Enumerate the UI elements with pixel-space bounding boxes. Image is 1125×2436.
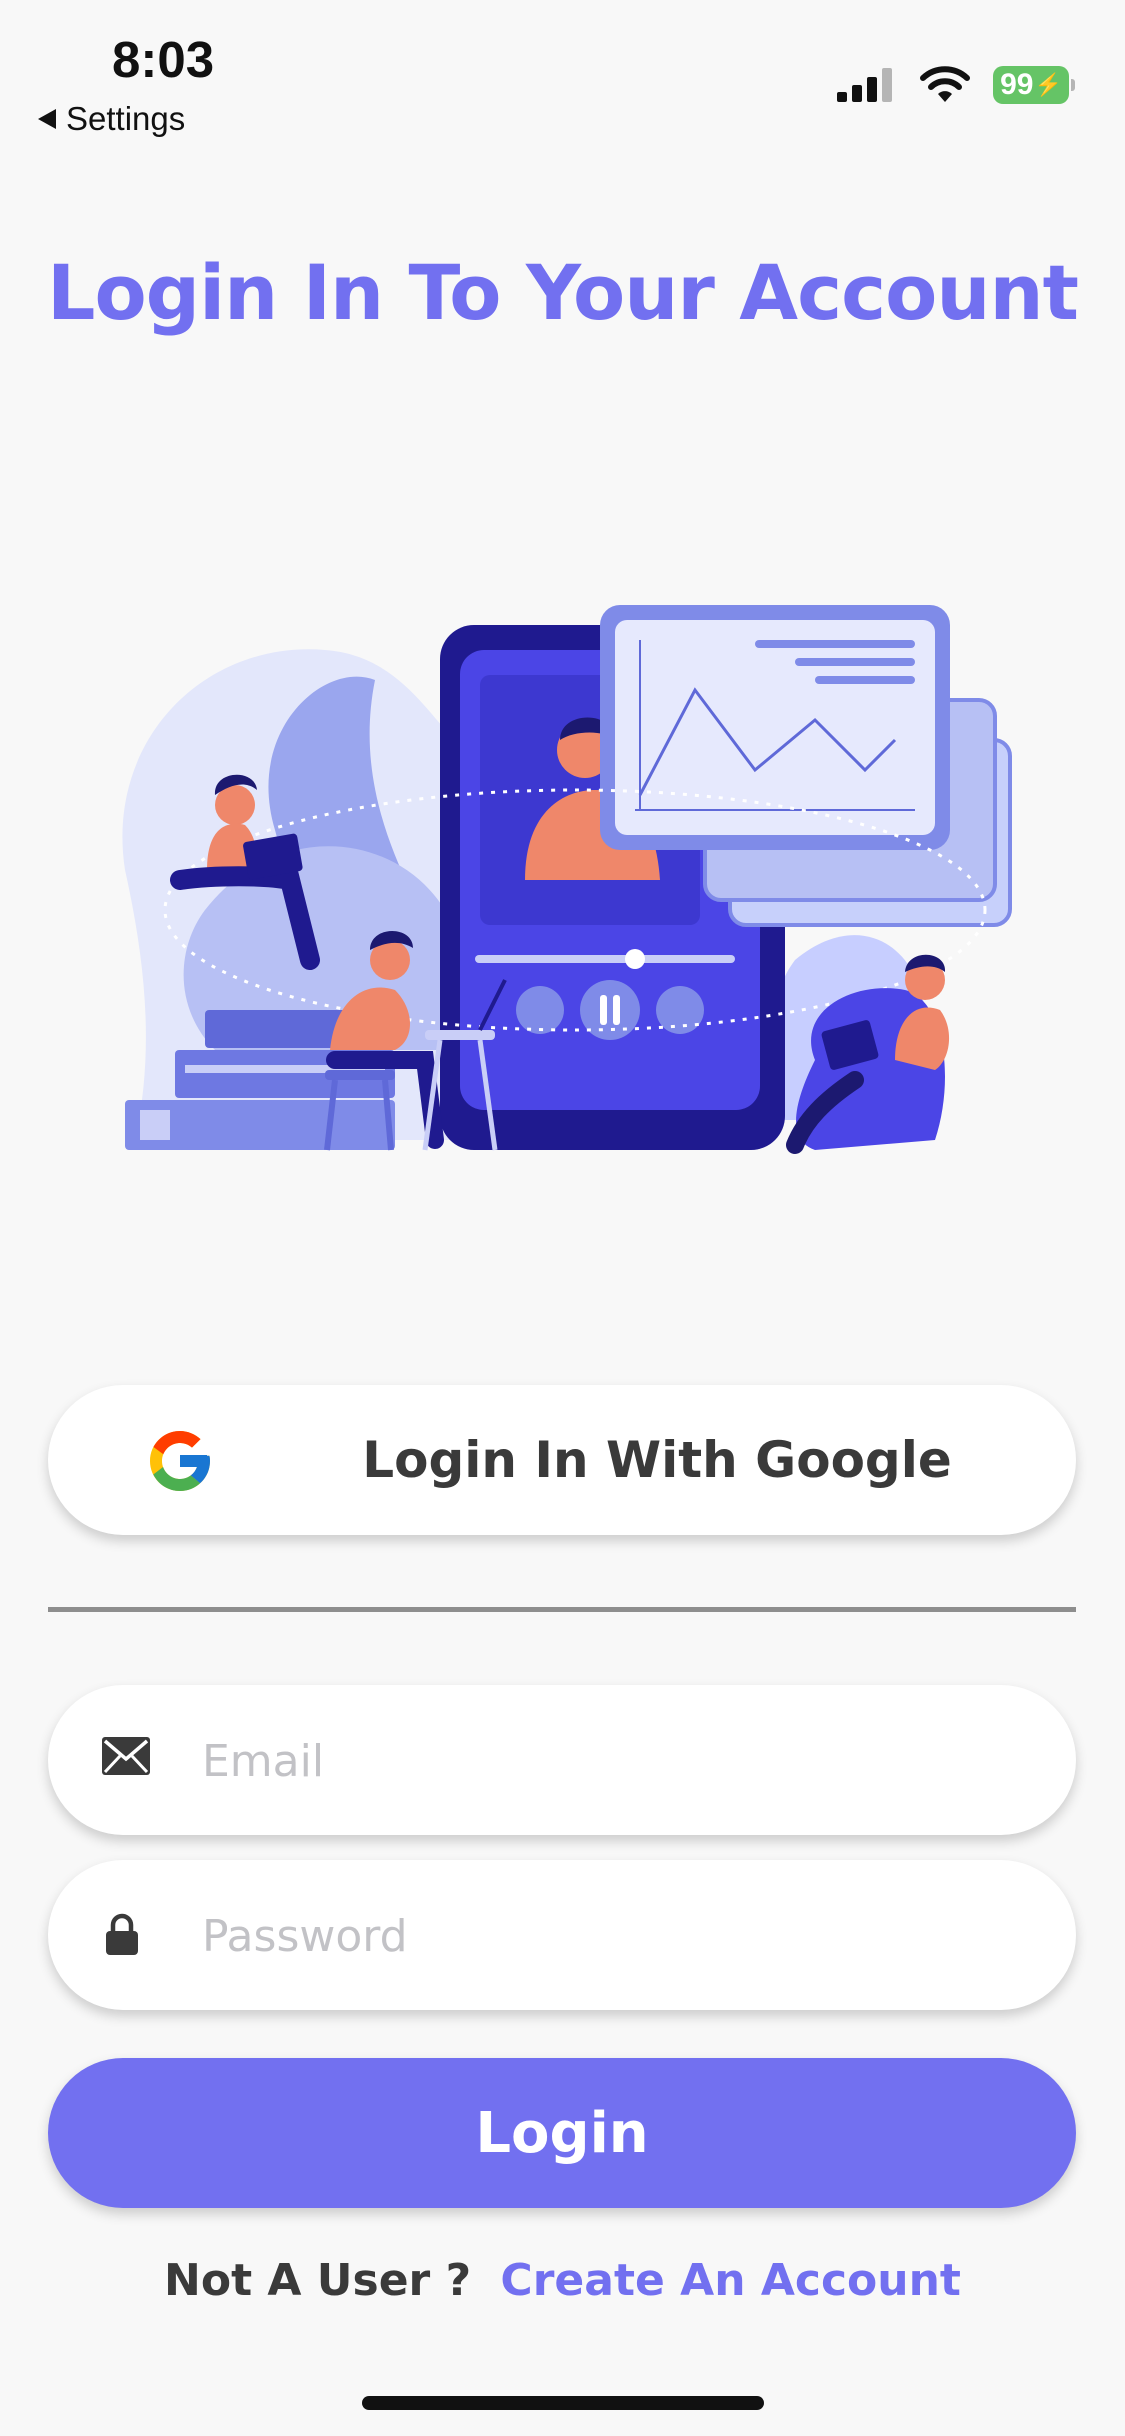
lock-icon (106, 1913, 138, 1955)
battery-icon: 99 ⚡ (993, 66, 1075, 104)
envelope-icon (102, 1737, 150, 1775)
status-time: 8:03 (112, 31, 215, 88)
status-icons: 99 ⚡ (837, 66, 1075, 104)
password-input[interactable] (200, 1860, 1024, 2012)
google-login-label: Login In With Google (362, 1431, 952, 1489)
cellular-signal-icon (837, 68, 892, 102)
online-learning-illustration (122, 605, 1012, 1154)
battery-level: 99 (1000, 68, 1034, 101)
email-input[interactable] (200, 1685, 1024, 1837)
home-indicator[interactable] (362, 2396, 764, 2410)
email-field[interactable] (48, 1685, 1076, 1837)
divider (48, 1607, 1076, 1612)
login-button[interactable]: Login (48, 2058, 1076, 2208)
create-account-link[interactable]: Create An Account (500, 2255, 961, 2306)
back-arrow-icon (38, 109, 56, 129)
back-link-label: Settings (66, 100, 186, 137)
page-title: Login In To Your Account (47, 248, 1079, 337)
google-login-button[interactable]: Login In With Google (48, 1385, 1076, 1535)
signup-prompt: Not A User ? (164, 2255, 472, 2306)
signup-row: Not A User ? Create An Account (0, 2255, 1125, 2306)
password-field[interactable] (48, 1860, 1076, 2012)
back-to-settings-link[interactable]: Settings (38, 100, 185, 138)
status-bar: 8:03 Settings 99 ⚡ (0, 0, 1125, 150)
wifi-icon (920, 66, 970, 102)
